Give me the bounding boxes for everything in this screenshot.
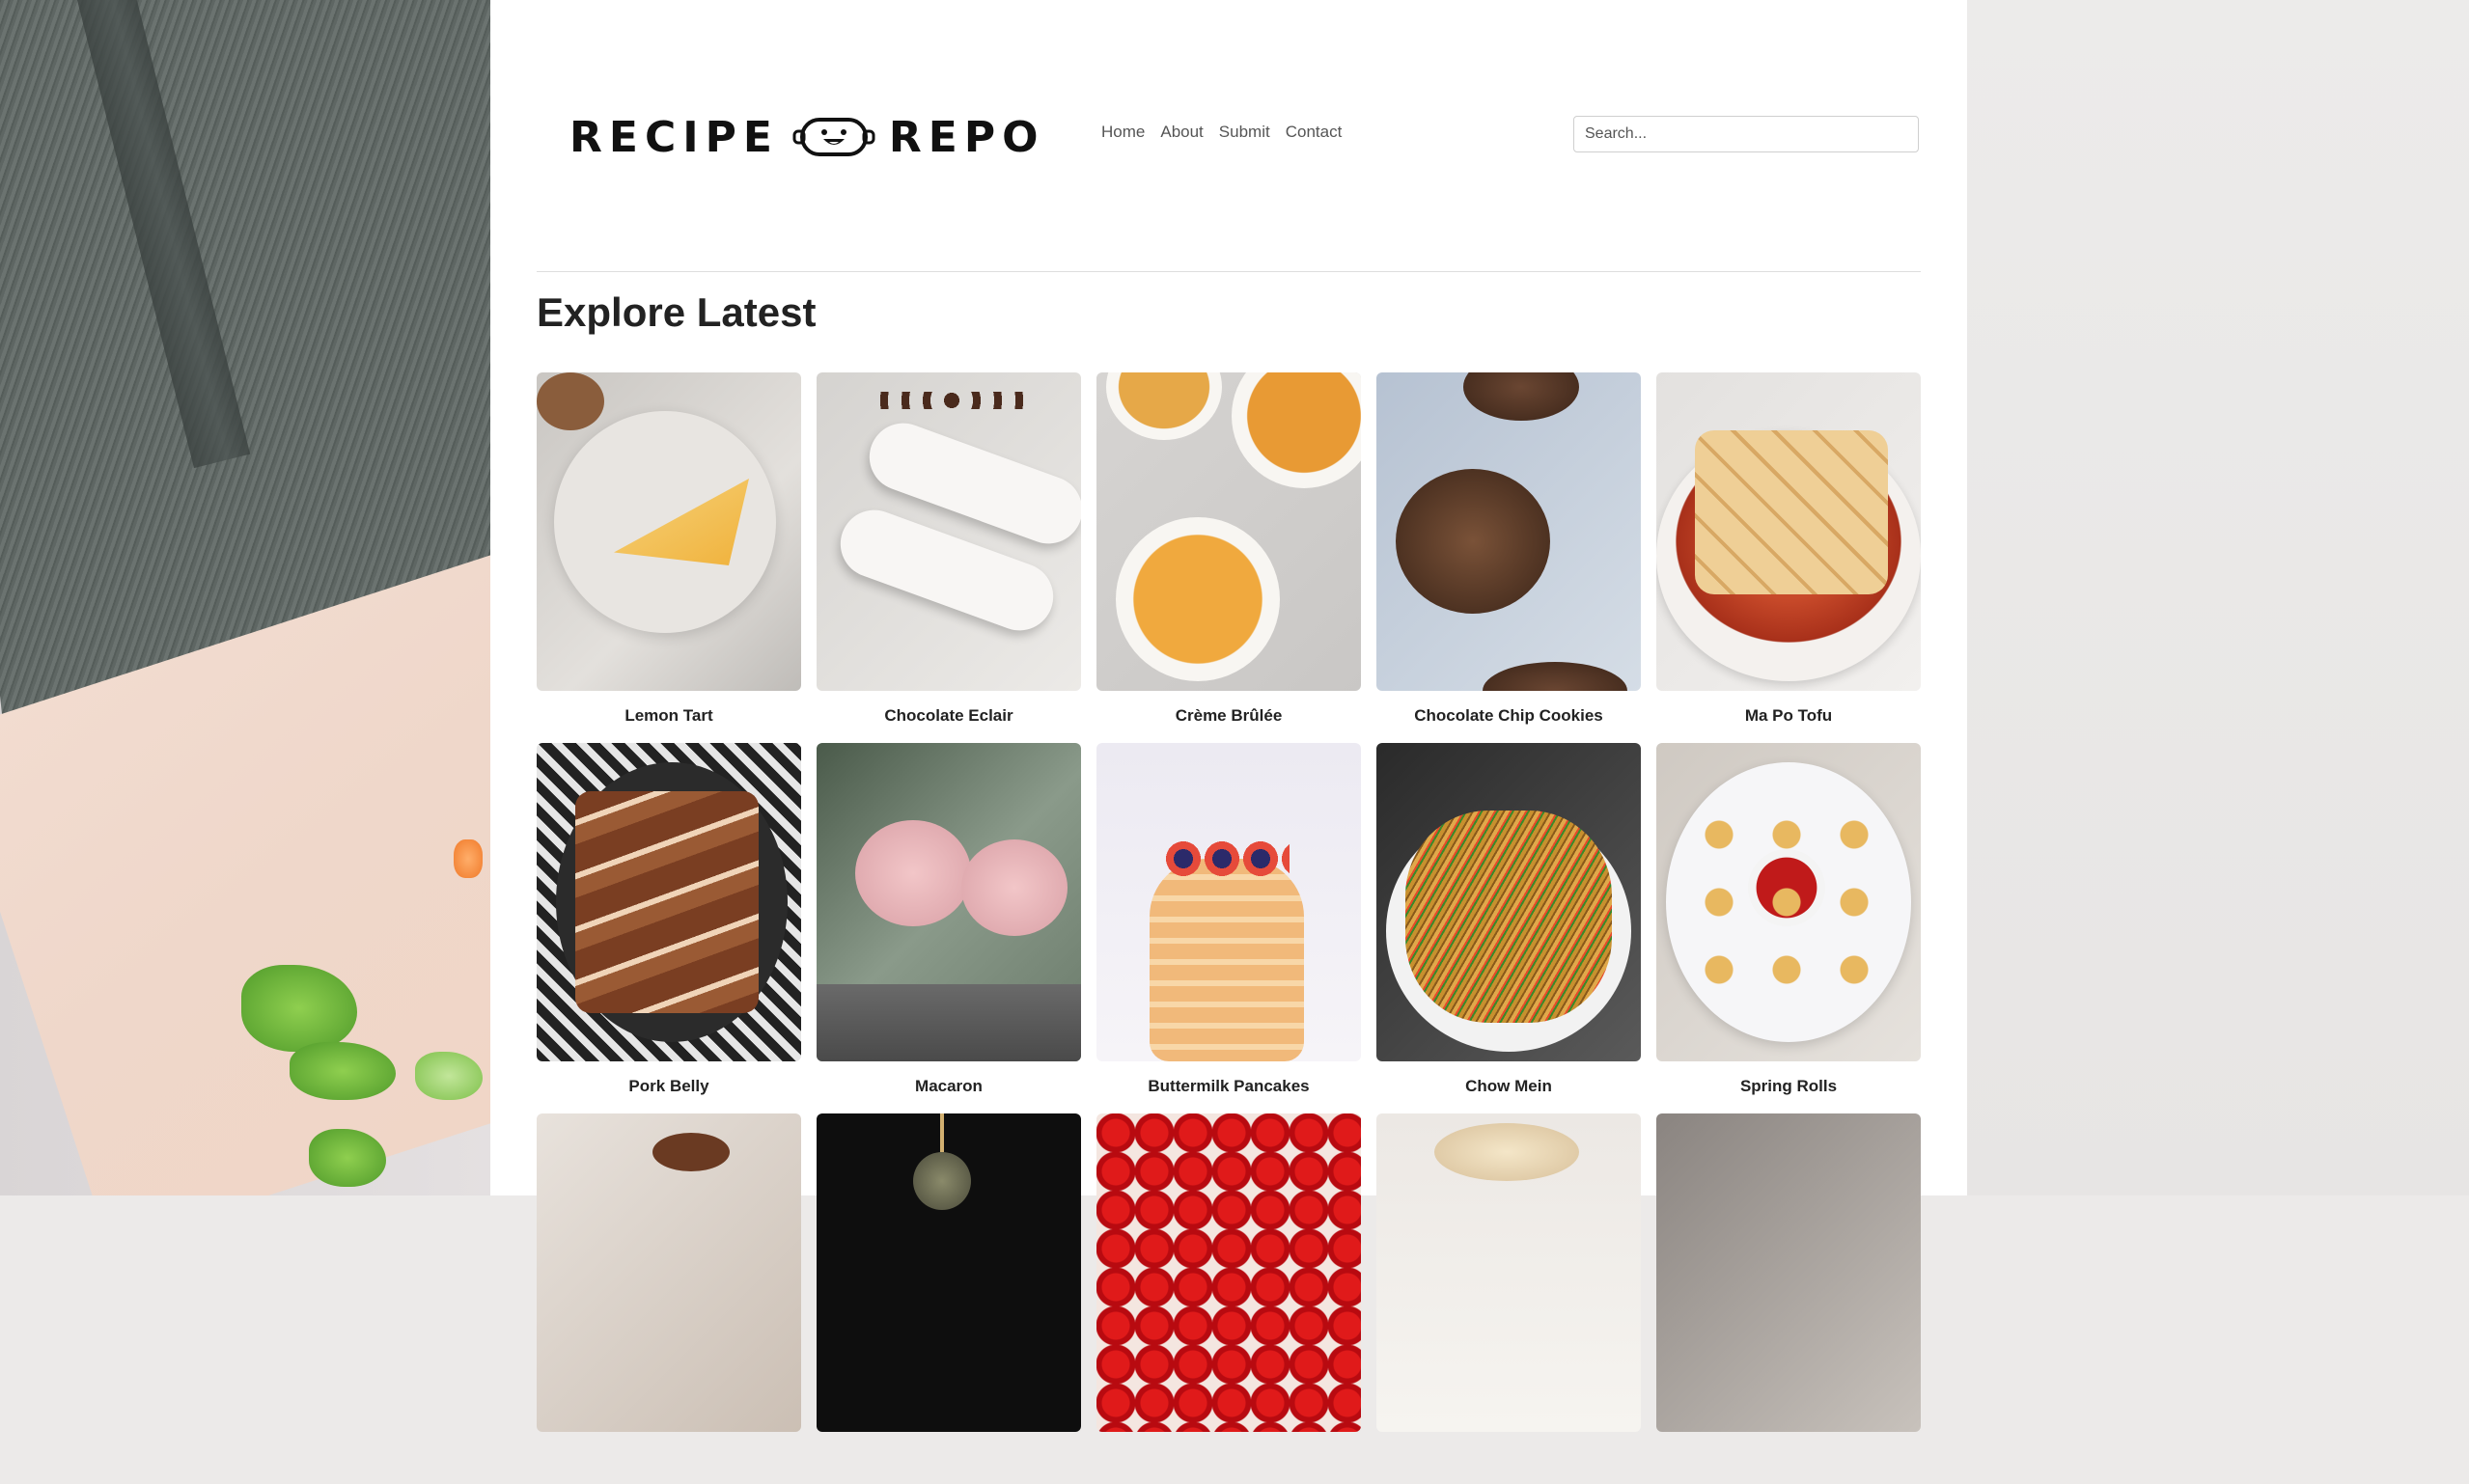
recipe-card[interactable]: [537, 1113, 801, 1484]
recipe-card[interactable]: [1656, 1113, 1921, 1484]
recipe-card[interactable]: Macaron: [817, 743, 1081, 1113]
recipe-title[interactable]: Spring Rolls: [1656, 1077, 1921, 1096]
nav-contact[interactable]: Contact: [1286, 123, 1343, 142]
recipe-title[interactable]: Buttermilk Pancakes: [1096, 1077, 1361, 1096]
recipe-grid: Lemon Tart Chocolate Eclair Crème Brûlée: [537, 372, 1927, 1484]
recipe-card[interactable]: Chocolate Eclair: [817, 372, 1081, 743]
recipe-card[interactable]: [1096, 1113, 1361, 1484]
recipe-image[interactable]: [537, 372, 801, 691]
nav-home[interactable]: Home: [1101, 123, 1145, 142]
logo-text-right: REPO: [888, 112, 1045, 162]
recipe-image[interactable]: [817, 743, 1081, 1061]
recipe-image[interactable]: [1376, 372, 1641, 691]
recipe-title[interactable]: Lemon Tart: [537, 706, 801, 726]
recipe-image[interactable]: [537, 743, 801, 1061]
logo-text-left: RECIPE: [569, 112, 779, 162]
recipe-card[interactable]: Spring Rolls: [1656, 743, 1921, 1113]
recipe-image[interactable]: [1376, 743, 1641, 1061]
recipe-image[interactable]: [1656, 372, 1921, 691]
recipe-image[interactable]: [817, 1113, 1081, 1432]
recipe-image[interactable]: [1656, 743, 1921, 1061]
site-header: RECIPE REPO Home About Submit Contact: [537, 0, 1921, 272]
recipe-image[interactable]: [537, 1113, 801, 1432]
background-photo-right: [1967, 0, 2469, 1195]
recipe-title[interactable]: Crème Brûlée: [1096, 706, 1361, 726]
recipe-title[interactable]: Ma Po Tofu: [1656, 706, 1921, 726]
recipe-card[interactable]: Chocolate Chip Cookies: [1376, 372, 1641, 743]
recipe-card[interactable]: Buttermilk Pancakes: [1096, 743, 1361, 1113]
recipe-card[interactable]: [1376, 1113, 1641, 1484]
chef-face-icon: [792, 118, 875, 156]
nav-about[interactable]: About: [1160, 123, 1203, 142]
recipe-image[interactable]: [1096, 372, 1361, 691]
recipe-title[interactable]: Chow Mein: [1376, 1077, 1641, 1096]
recipe-image[interactable]: [1096, 743, 1361, 1061]
herb-leaf: [415, 1052, 483, 1100]
recipe-image[interactable]: [1376, 1113, 1641, 1432]
recipe-card[interactable]: Crème Brûlée: [1096, 372, 1361, 743]
search-input[interactable]: [1573, 116, 1919, 152]
recipe-card[interactable]: Pork Belly: [537, 743, 801, 1113]
recipe-image[interactable]: [1096, 1113, 1361, 1432]
recipe-card[interactable]: [817, 1113, 1081, 1484]
recipe-title[interactable]: Chocolate Chip Cookies: [1376, 706, 1641, 726]
recipe-image[interactable]: [817, 372, 1081, 691]
section-title: Explore Latest: [537, 289, 817, 335]
recipe-title[interactable]: Pork Belly: [537, 1077, 801, 1096]
nav-submit[interactable]: Submit: [1219, 123, 1270, 142]
recipe-card[interactable]: Ma Po Tofu: [1656, 372, 1921, 743]
site-logo[interactable]: RECIPE REPO: [569, 112, 1045, 162]
recipe-title[interactable]: Macaron: [817, 1077, 1081, 1096]
recipe-title[interactable]: Chocolate Eclair: [817, 706, 1081, 726]
recipe-card[interactable]: Lemon Tart: [537, 372, 801, 743]
main-nav: Home About Submit Contact: [1101, 123, 1342, 142]
page-container: RECIPE REPO Home About Submit Contact Ex…: [490, 0, 1967, 1432]
background-photo-left: [0, 0, 492, 1195]
recipe-card[interactable]: Chow Mein: [1376, 743, 1641, 1113]
carrot-piece: [454, 839, 483, 878]
recipe-image[interactable]: [1656, 1113, 1921, 1432]
